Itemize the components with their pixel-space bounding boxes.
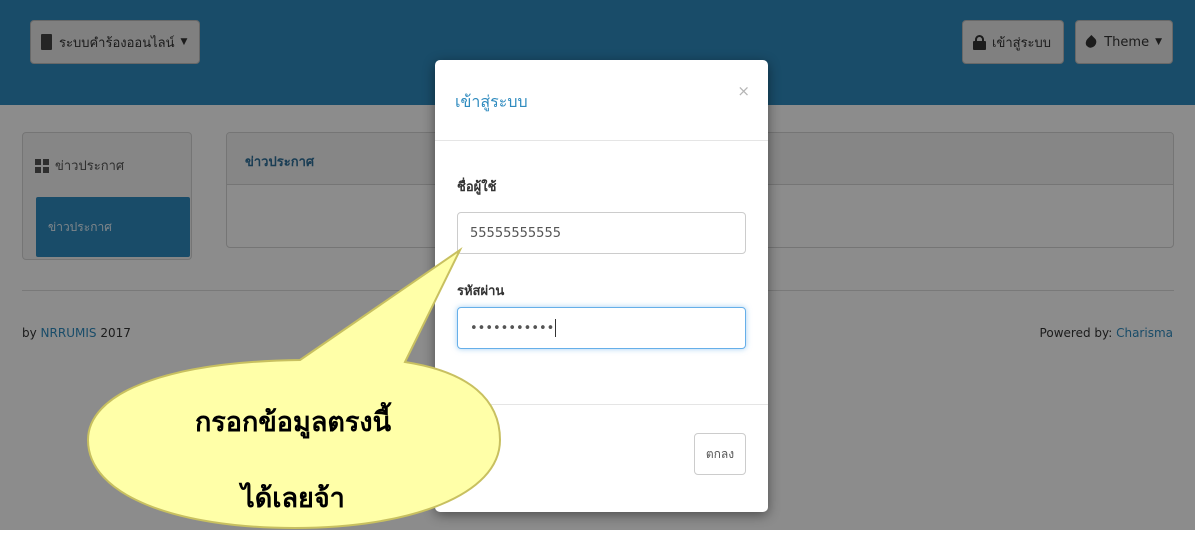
callout-text: กรอกข้อมูลตรงนี้ ได้เลยจ้า [88, 385, 498, 537]
callout-line-1: กรอกข้อมูลตรงนี้ [194, 407, 392, 438]
callout-line-2: ได้เลยจ้า [241, 483, 345, 514]
